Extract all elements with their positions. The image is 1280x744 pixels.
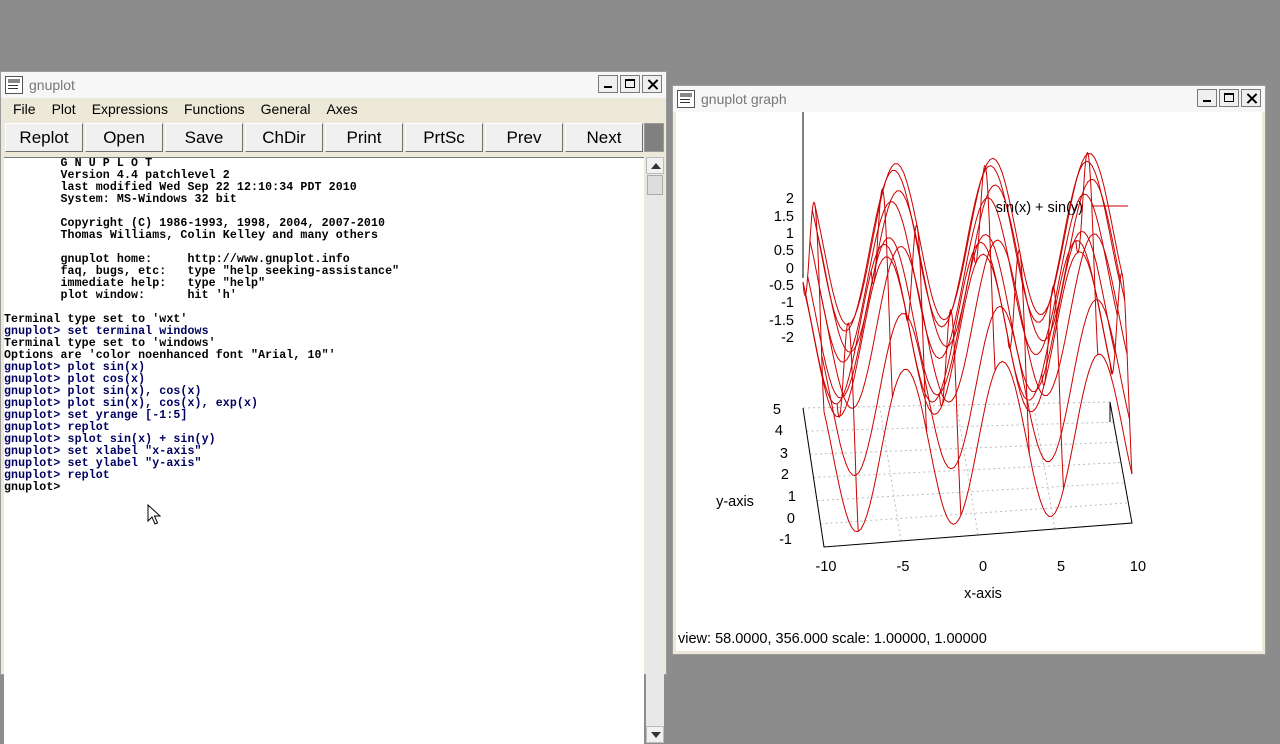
scroll-down-icon[interactable]: [646, 726, 664, 743]
menu-expressions[interactable]: Expressions: [84, 101, 176, 117]
menu-functions[interactable]: Functions: [176, 101, 253, 117]
z-tick-label: 1: [786, 226, 794, 242]
base-grid-line: [806, 421, 1114, 432]
chdir-button[interactable]: ChDir: [245, 123, 323, 152]
console-title: gnuplot: [29, 77, 75, 93]
menu-axes[interactable]: Axes: [318, 101, 365, 117]
surface-line-const-x: [1109, 272, 1133, 475]
z-tick-label: 0.5: [774, 243, 794, 259]
x-tick-label: -10: [816, 559, 837, 575]
y-tick-label: -1: [779, 532, 792, 548]
z-tick-label: -1: [781, 295, 794, 311]
y-tick-label: 5: [773, 402, 781, 418]
graph-close-icon[interactable]: [1241, 89, 1261, 107]
z-tick-label: 1.5: [774, 209, 794, 225]
scroll-thumb[interactable]: [647, 175, 663, 195]
console-line: System: MS-Windows 32 bit: [4, 193, 237, 206]
x-axis-label: x-axis: [964, 586, 1002, 602]
z-tick-label: -2: [781, 330, 794, 346]
console-line: gnuplot> replot: [4, 469, 110, 482]
maximize-icon[interactable]: [620, 75, 640, 93]
x-tick-label: 5: [1057, 559, 1065, 575]
graph-maximize-icon[interactable]: [1219, 89, 1239, 107]
console-line: plot window: hit 'h': [4, 289, 237, 302]
surface-line-const-y: [821, 299, 1131, 477]
console-text: G N U P L O T Version 4.4 patchlevel 2 l…: [4, 158, 644, 494]
toolbar-overflow: [644, 123, 664, 152]
console-window: gnuplot File Plot Expressions Functions …: [0, 71, 667, 744]
graph-titlebar[interactable]: gnuplot graph: [673, 86, 1265, 112]
surface-line-const-y: [823, 353, 1133, 533]
y-tick-label: 1: [788, 489, 796, 505]
z-tick-label: -1.5: [769, 313, 794, 329]
surface-line-const-x: [836, 322, 859, 532]
graph-minimize-icon[interactable]: [1197, 89, 1217, 107]
console-titlebar[interactable]: gnuplot: [1, 72, 666, 98]
menu-plot[interactable]: Plot: [44, 101, 84, 117]
mouse-cursor-icon: [147, 504, 161, 525]
graph-app-icon: [677, 90, 695, 108]
base-grid-line: [816, 482, 1125, 502]
scroll-up-icon[interactable]: [646, 157, 664, 174]
close-icon[interactable]: [642, 75, 662, 93]
minimize-icon[interactable]: [598, 75, 618, 93]
print-button[interactable]: Print: [325, 123, 403, 152]
y-axis-label: y-axis: [716, 494, 754, 510]
surface-plot: 21.510.50-0.5-1-1.5-2-1012345-10 -5 0 5 10x-…: [716, 112, 1146, 602]
x-tick-label: 10: [1130, 559, 1146, 575]
console-line: Thomas Williams, Colin Kelley and many o…: [4, 229, 379, 242]
console-line: gnuplot>: [4, 481, 68, 494]
toolbar: Replot Open Save ChDir Print PrtSc Prev …: [1, 121, 666, 155]
save-button[interactable]: Save: [165, 123, 243, 152]
y-tick-label: 4: [775, 423, 783, 439]
plot-canvas[interactable]: 2 1.5 1 0.5 0 -0.5 -1 -1.5 -2 -1 0 1 2 3 4 5 -10 -5 0 5 10 x-…: [676, 112, 1262, 651]
z-tick-label: 0: [786, 261, 794, 277]
y-tick-label: 2: [781, 467, 789, 483]
z-tick-label: -0.5: [769, 278, 794, 294]
legend-label: sin(x) + sin(y): [996, 200, 1083, 216]
console-output[interactable]: G N U P L O T Version 4.4 patchlevel 2 l…: [4, 157, 644, 744]
next-button[interactable]: Next: [565, 123, 643, 152]
prev-button[interactable]: Prev: [485, 123, 563, 152]
x-tick-label: 0: [979, 559, 987, 575]
prtsc-button[interactable]: PrtSc: [405, 123, 483, 152]
surface-line-const-y: [802, 239, 1111, 405]
open-button[interactable]: Open: [85, 123, 163, 152]
menu-general[interactable]: General: [253, 101, 319, 117]
x-tick-label: -5: [897, 559, 910, 575]
surface-line-const-y: [807, 230, 1116, 399]
graph-window: gnuplot graph 2 1.5 1 0.5 0 -0.5 -1 -1.5 -2 -1 0 1 2…: [672, 85, 1266, 655]
surface-line-const-y: [809, 193, 1118, 363]
view-status: view: 58.0000, 356.000 scale: 1.00000, 1…: [678, 631, 987, 647]
surface-line-const-x: [870, 188, 893, 397]
z-tick-label: 2: [786, 191, 794, 207]
y-tick-label: 0: [787, 511, 795, 527]
menu-file[interactable]: File: [5, 101, 44, 117]
gnuplot-app-icon: [5, 76, 23, 94]
y-tick-label: 3: [780, 446, 788, 462]
menu-bar: File Plot Expressions Functions General …: [1, 98, 666, 120]
replot-button[interactable]: Replot: [5, 123, 83, 152]
graph-title: gnuplot graph: [701, 91, 787, 107]
vertical-scrollbar[interactable]: [646, 157, 664, 743]
